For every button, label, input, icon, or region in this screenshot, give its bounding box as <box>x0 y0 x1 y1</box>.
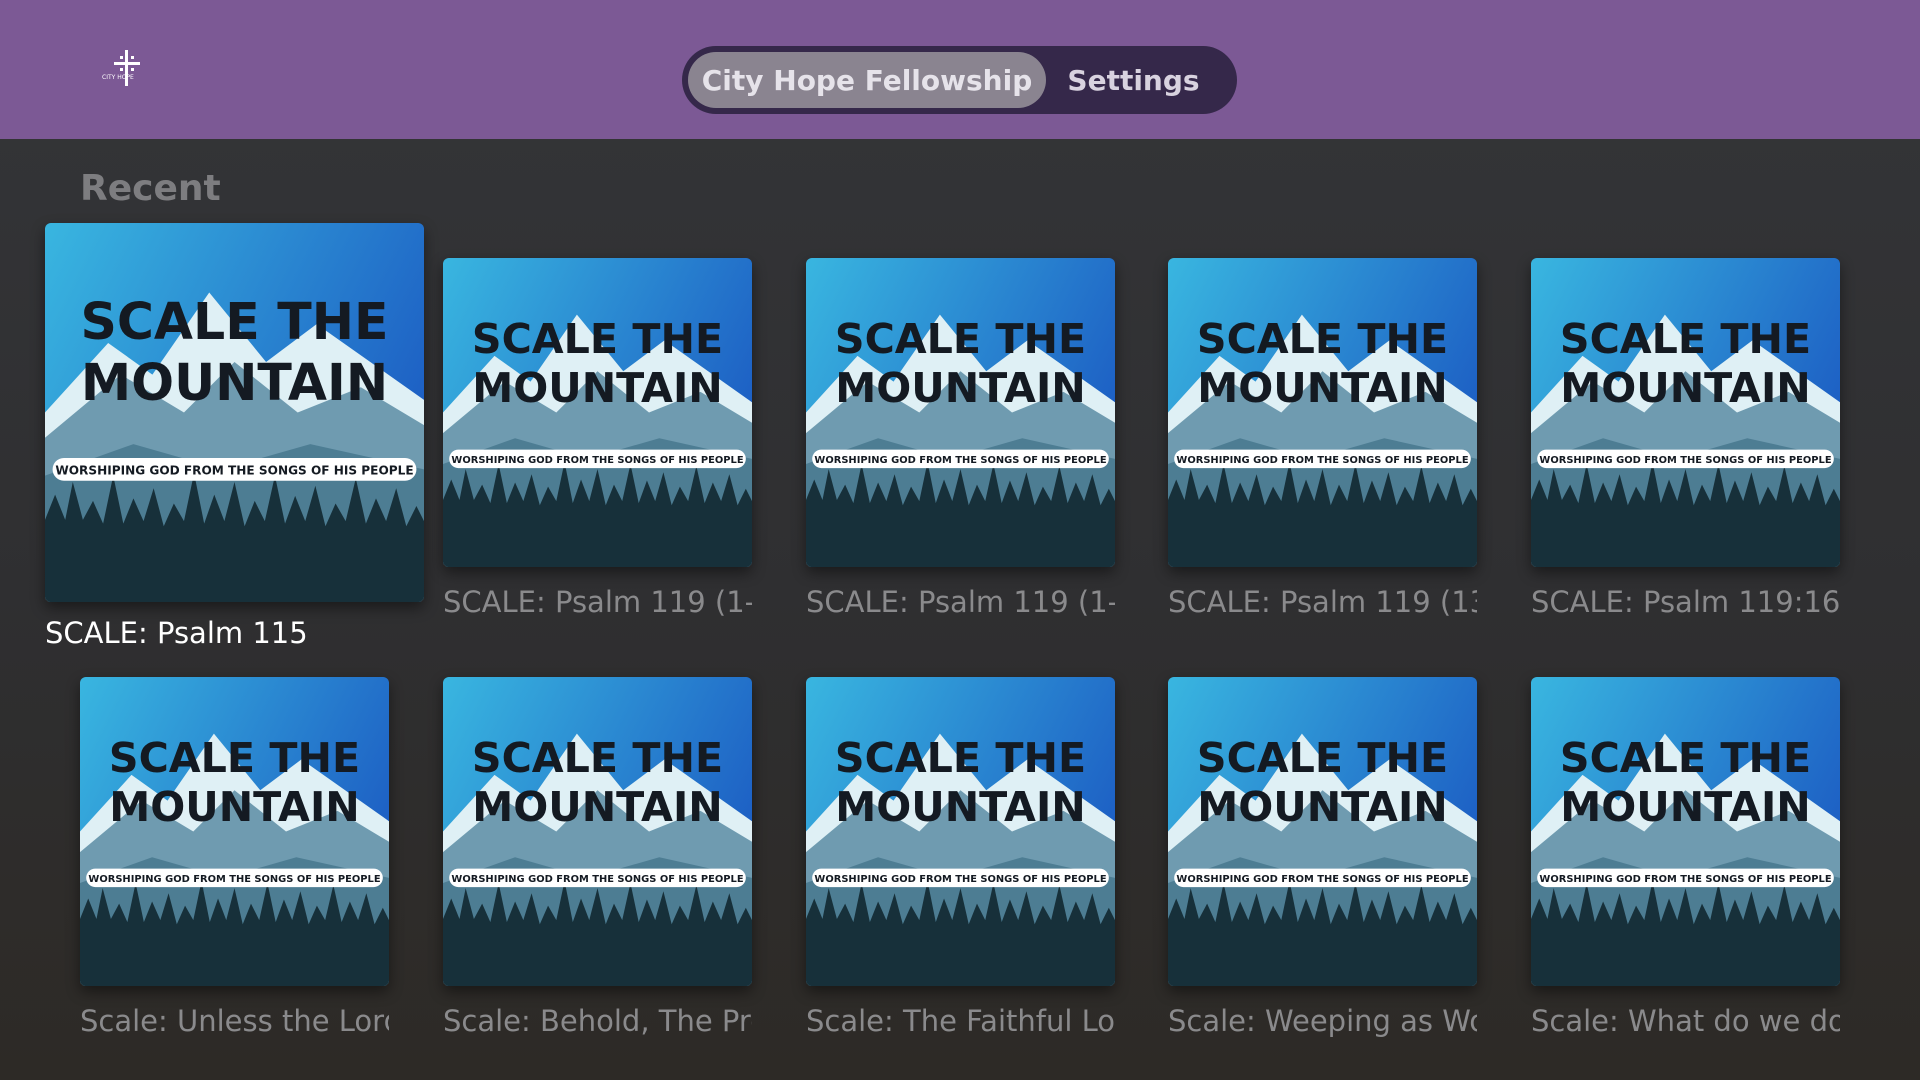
artwork-image: SCALE THE MOUNTAIN WORSHIPING GOD FROM T… <box>806 258 1115 567</box>
artwork-title-line2: MOUNTAIN <box>835 364 1085 412</box>
artwork-title-line2: MOUNTAIN <box>472 364 722 412</box>
episode-artwork: SCALE THE MOUNTAIN WORSHIPING GOD FROM T… <box>45 223 424 602</box>
artwork-image: SCALE THE MOUNTAIN WORSHIPING GOD FROM T… <box>80 677 389 986</box>
artwork-title-line1: SCALE THE <box>1197 734 1448 782</box>
episode-card[interactable]: SCALE THE MOUNTAIN WORSHIPING GOD FROM T… <box>1531 258 1840 629</box>
artwork-title-line2: MOUNTAIN <box>1560 364 1810 412</box>
episode-card[interactable]: SCALE THE MOUNTAIN WORSHIPING GOD FROM T… <box>806 258 1115 629</box>
artwork-banner: WORSHIPING GOD FROM THE SONGS OF HIS PEO… <box>451 874 743 885</box>
tab-bar: City Hope Fellowship Settings <box>682 46 1237 114</box>
episode-title: SCALE: Psalm 119 (137 <box>1168 585 1477 619</box>
artwork-image: SCALE THE MOUNTAIN WORSHIPING GOD FROM T… <box>443 258 752 567</box>
artwork-banner: WORSHIPING GOD FROM THE SONGS OF HIS PEO… <box>1176 455 1468 466</box>
artwork-image: SCALE THE MOUNTAIN WORSHIPING GOD FROM T… <box>806 677 1115 986</box>
section-title-recent: Recent <box>80 168 221 209</box>
episode-artwork: SCALE THE MOUNTAIN WORSHIPING GOD FROM T… <box>443 258 752 567</box>
tab-city-hope-fellowship[interactable]: City Hope Fellowship <box>688 52 1046 108</box>
artwork-title-line2: MOUNTAIN <box>109 783 359 831</box>
artwork-title-line2: MOUNTAIN <box>835 783 1085 831</box>
episode-artwork: SCALE THE MOUNTAIN WORSHIPING GOD FROM T… <box>806 258 1115 567</box>
artwork-image: SCALE THE MOUNTAIN WORSHIPING GOD FROM T… <box>443 677 752 986</box>
artwork-title-line2: MOUNTAIN <box>1197 783 1447 831</box>
artwork-title-line1: SCALE THE <box>835 315 1086 363</box>
episode-card[interactable]: SCALE THE MOUNTAIN WORSHIPING GOD FROM T… <box>443 677 752 1048</box>
artwork-banner: WORSHIPING GOD FROM THE SONGS OF HIS PEO… <box>1539 874 1831 885</box>
episode-artwork: SCALE THE MOUNTAIN WORSHIPING GOD FROM T… <box>1531 677 1840 986</box>
top-bar: CITY HOPE City Hope Fellowship Settings <box>0 0 1920 139</box>
artwork-title-line2: MOUNTAIN <box>472 783 722 831</box>
episode-title: Scale: Weeping as Wor <box>1168 1004 1477 1038</box>
artwork-image: SCALE THE MOUNTAIN WORSHIPING GOD FROM T… <box>1168 258 1477 567</box>
artwork-banner: WORSHIPING GOD FROM THE SONGS OF HIS PEO… <box>1539 455 1831 466</box>
episode-card[interactable]: SCALE THE MOUNTAIN WORSHIPING GOD FROM T… <box>80 677 389 1048</box>
city-hope-logo-icon: CITY HOPE <box>100 48 154 94</box>
episode-artwork: SCALE THE MOUNTAIN WORSHIPING GOD FROM T… <box>1168 677 1477 986</box>
episode-artwork: SCALE THE MOUNTAIN WORSHIPING GOD FROM T… <box>80 677 389 986</box>
episode-card[interactable]: SCALE THE MOUNTAIN WORSHIPING GOD FROM T… <box>1168 677 1477 1048</box>
artwork-image: SCALE THE MOUNTAIN WORSHIPING GOD FROM T… <box>1168 677 1477 986</box>
episode-title: Scale: Unless the Lord <box>80 1004 389 1038</box>
episode-card[interactable]: SCALE THE MOUNTAIN WORSHIPING GOD FROM T… <box>1168 258 1477 629</box>
artwork-banner: WORSHIPING GOD FROM THE SONGS OF HIS PEO… <box>814 874 1106 885</box>
artwork-banner: WORSHIPING GOD FROM THE SONGS OF HIS PEO… <box>451 455 743 466</box>
artwork-image: SCALE THE MOUNTAIN WORSHIPING GOD FROM T… <box>45 223 424 602</box>
episode-card[interactable]: SCALE THE MOUNTAIN WORSHIPING GOD FROM T… <box>443 258 752 629</box>
artwork-image: SCALE THE MOUNTAIN WORSHIPING GOD FROM T… <box>1531 258 1840 567</box>
artwork-title-line2: MOUNTAIN <box>1560 783 1810 831</box>
artwork-banner: WORSHIPING GOD FROM THE SONGS OF HIS PEO… <box>88 874 380 885</box>
episode-card[interactable]: SCALE THE MOUNTAIN WORSHIPING GOD FROM T… <box>806 677 1115 1048</box>
artwork-title-line1: SCALE THE <box>472 315 723 363</box>
tab-settings[interactable]: Settings <box>1046 52 1221 108</box>
episode-title: Scale: Behold, The Pre <box>443 1004 752 1038</box>
logo-text: CITY HOPE <box>102 74 134 81</box>
artwork-title-line1: SCALE THE <box>80 292 388 351</box>
artwork-image: SCALE THE MOUNTAIN WORSHIPING GOD FROM T… <box>1531 677 1840 986</box>
episode-title: SCALE: Psalm 119 (1-8) <box>806 585 1115 619</box>
episode-card[interactable]: SCALE THE MOUNTAIN WORSHIPING GOD FROM T… <box>45 223 424 660</box>
artwork-title-line2: MOUNTAIN <box>81 353 388 412</box>
artwork-title-line1: SCALE THE <box>1560 315 1811 363</box>
artwork-banner: WORSHIPING GOD FROM THE SONGS OF HIS PEO… <box>55 463 413 477</box>
artwork-title-line1: SCALE THE <box>472 734 723 782</box>
artwork-banner: WORSHIPING GOD FROM THE SONGS OF HIS PEO… <box>1176 874 1468 885</box>
artwork-banner: WORSHIPING GOD FROM THE SONGS OF HIS PEO… <box>814 455 1106 466</box>
episode-title: Scale: The Faithful Lov <box>806 1004 1115 1038</box>
episode-card[interactable]: SCALE THE MOUNTAIN WORSHIPING GOD FROM T… <box>1531 677 1840 1048</box>
episode-artwork: SCALE THE MOUNTAIN WORSHIPING GOD FROM T… <box>1531 258 1840 567</box>
artwork-title-line2: MOUNTAIN <box>1197 364 1447 412</box>
episode-title: Scale: What do we do w <box>1531 1004 1840 1038</box>
episode-title: SCALE: Psalm 115 <box>45 616 308 650</box>
episode-artwork: SCALE THE MOUNTAIN WORSHIPING GOD FROM T… <box>443 677 752 986</box>
artwork-title-line1: SCALE THE <box>1560 734 1811 782</box>
episode-artwork: SCALE THE MOUNTAIN WORSHIPING GOD FROM T… <box>806 677 1115 986</box>
episode-title: SCALE: Psalm 119:169 <box>1531 585 1840 619</box>
artwork-title-line1: SCALE THE <box>1197 315 1448 363</box>
episode-title: SCALE: Psalm 119 (1-8) <box>443 585 752 619</box>
episode-artwork: SCALE THE MOUNTAIN WORSHIPING GOD FROM T… <box>1168 258 1477 567</box>
artwork-title-line1: SCALE THE <box>835 734 1086 782</box>
artwork-title-line1: SCALE THE <box>109 734 360 782</box>
